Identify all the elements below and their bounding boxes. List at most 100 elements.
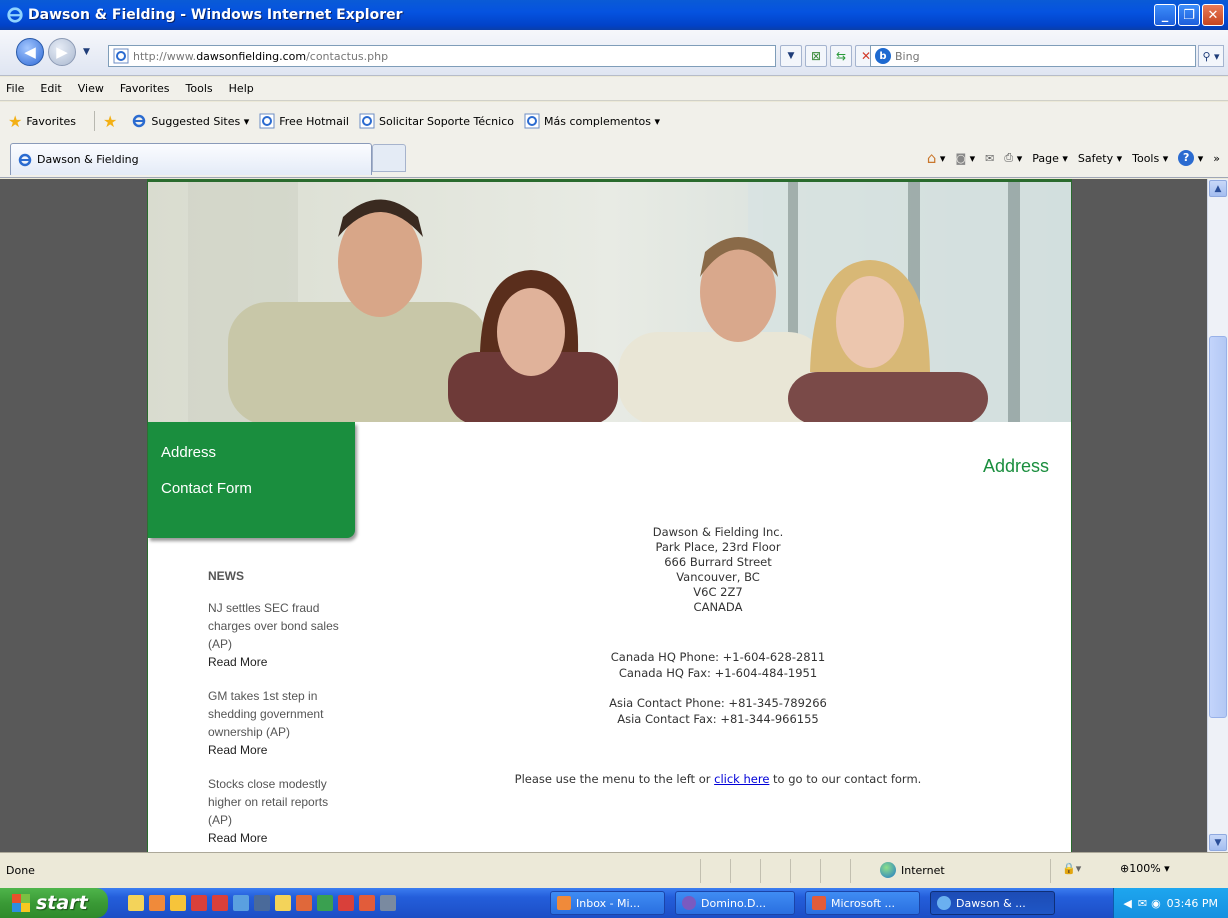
address-dropdown-button[interactable]: ▼ xyxy=(780,45,802,67)
scroll-down-button[interactable]: ▼ xyxy=(1209,834,1227,851)
menu-file[interactable]: File xyxy=(6,82,24,95)
quick-launch-icon[interactable] xyxy=(128,895,144,911)
menu-help[interactable]: Help xyxy=(229,82,254,95)
read-mail-button[interactable]: ✉ xyxy=(985,152,994,165)
news-headline: GM takes 1st step in shedding government… xyxy=(208,689,324,739)
add-to-favorites-bar-button[interactable]: ★ xyxy=(103,112,121,131)
divider xyxy=(820,859,821,883)
quick-launch-icon[interactable] xyxy=(317,895,333,911)
quick-launch-icon[interactable] xyxy=(191,895,207,911)
company-address: Dawson & Fielding Inc. Park Place, 23rd … xyxy=(498,525,938,615)
tray-expand-icon[interactable]: ◀ xyxy=(1123,897,1131,910)
mail-icon: ✉ xyxy=(985,151,995,165)
tab-label: Dawson & Fielding xyxy=(37,153,139,166)
ie-icon xyxy=(18,153,32,166)
window-title: Dawson & Fielding - Windows Internet Exp… xyxy=(28,7,403,23)
quick-launch-icon[interactable] xyxy=(233,895,249,911)
read-more-link[interactable]: Read More xyxy=(208,829,348,847)
tray-mail-icon[interactable]: ✉ xyxy=(1138,897,1147,910)
windows-taskbar: start Inbox - Mi... Domino.D... Microsof… xyxy=(0,888,1228,918)
home-icon: ⌂ xyxy=(926,149,937,167)
help-button[interactable]: ? ▾ xyxy=(1178,150,1203,166)
address-bar[interactable]: http://www.dawsonfielding.com/contactus.… xyxy=(108,45,776,67)
quick-launch-icon[interactable] xyxy=(338,895,354,911)
feeds-button[interactable]: ◙ ▾ xyxy=(955,152,975,165)
rss-icon: ◙ xyxy=(955,151,967,165)
asia-fax: Asia Contact Fax: +81-344-966155 xyxy=(617,712,819,726)
menu-tools[interactable]: Tools xyxy=(186,82,213,95)
url-text[interactable]: http://www.dawsonfielding.com/contactus.… xyxy=(133,50,388,63)
tools-menu[interactable]: Tools ▾ xyxy=(1132,152,1168,165)
star-icon: ★ xyxy=(8,111,23,131)
canada-fax: Canada HQ Fax: +1-604-484-1951 xyxy=(618,666,818,680)
quick-launch-icon[interactable] xyxy=(275,895,291,911)
zoom-level[interactable]: ⊕100% ▾ xyxy=(1120,862,1170,875)
read-more-link[interactable]: Read More xyxy=(208,741,348,759)
start-button[interactable]: start xyxy=(0,888,108,918)
menu-edit[interactable]: Edit xyxy=(40,82,61,95)
scroll-thumb[interactable] xyxy=(1209,336,1227,718)
safety-menu[interactable]: Safety ▾ xyxy=(1078,152,1122,165)
add-favorite-icon: ★ xyxy=(103,111,118,131)
new-tab-button[interactable] xyxy=(372,144,406,172)
taskbar-item-inbox[interactable]: Inbox - Mi... xyxy=(550,891,665,915)
divider xyxy=(760,859,761,883)
taskbar-item-domino[interactable]: Domino.D... xyxy=(675,891,795,915)
taskbar-item-dawson[interactable]: Dawson & ... xyxy=(930,891,1055,915)
compatibility-view-button[interactable]: ⊠ xyxy=(805,45,827,67)
quick-launch xyxy=(128,895,396,911)
favorite-link-suggested-sites[interactable]: Suggested Sites ▾ xyxy=(131,113,249,129)
quick-launch-icon[interactable] xyxy=(149,895,165,911)
refresh-button[interactable]: ⇆ xyxy=(830,45,852,67)
menu-view[interactable]: View xyxy=(78,82,104,95)
favorite-link-free-hotmail[interactable]: Free Hotmail xyxy=(259,113,349,129)
click-here-link[interactable]: click here xyxy=(714,772,769,786)
maximize-button[interactable]: ❐ xyxy=(1178,4,1200,26)
page-menu[interactable]: Page ▾ xyxy=(1032,152,1068,165)
magnifier-icon: ⊕ xyxy=(1120,862,1130,875)
menu-link-address[interactable]: Address xyxy=(161,444,216,461)
forward-button[interactable]: ▶ xyxy=(48,38,76,66)
site-side-menu: Address Contact Form xyxy=(148,422,355,538)
read-more-link[interactable]: Read More xyxy=(208,653,348,671)
vertical-scrollbar[interactable]: ▲ ▼ xyxy=(1207,179,1228,852)
window-titlebar[interactable]: Dawson & Fielding - Windows Internet Exp… xyxy=(0,0,1228,30)
divider xyxy=(700,859,701,883)
close-button[interactable]: ✕ xyxy=(1202,4,1224,26)
quick-launch-icon[interactable] xyxy=(254,895,270,911)
menu-link-contact-form[interactable]: Contact Form xyxy=(161,480,252,497)
print-button[interactable]: ⎙ ▾ xyxy=(1004,151,1022,165)
search-input[interactable] xyxy=(895,49,1175,63)
asia-phone: Asia Contact Phone: +81-345-789266 xyxy=(609,696,827,710)
favorites-button[interactable]: ★ Favorites xyxy=(8,112,76,131)
quick-launch-icon[interactable] xyxy=(359,895,375,911)
tray-app-icon[interactable]: ◉ xyxy=(1151,897,1161,910)
more-commands-button[interactable]: » xyxy=(1213,152,1220,165)
back-button[interactable]: ◀ xyxy=(16,38,44,66)
protected-mode-icon[interactable]: 🔒▾ xyxy=(1062,862,1081,875)
favorite-link-soporte[interactable]: Solicitar Soporte Técnico xyxy=(359,113,514,129)
folder-icon[interactable] xyxy=(170,895,186,911)
search-button[interactable]: ⚲ ▾ xyxy=(1198,45,1224,67)
security-zone[interactable]: Internet xyxy=(880,862,945,878)
page-title: Address xyxy=(982,456,1049,476)
home-button[interactable]: ⌂ ▾ xyxy=(927,149,946,167)
status-text: Done xyxy=(6,864,35,877)
menu-favorites[interactable]: Favorites xyxy=(120,82,170,95)
quick-launch-icon[interactable] xyxy=(296,895,312,911)
recent-pages-dropdown[interactable]: ▼ xyxy=(83,47,90,57)
tab-dawson-fielding[interactable]: Dawson & Fielding xyxy=(10,143,372,175)
quick-launch-icon[interactable] xyxy=(212,895,228,911)
news-item: Stocks close modestly higher on retail r… xyxy=(208,775,348,847)
taskbar-item-microsoft[interactable]: Microsoft ... xyxy=(805,891,920,915)
office-app-icon xyxy=(812,896,826,910)
search-box[interactable]: b xyxy=(870,45,1196,67)
menu-bar: File Edit View Favorites Tools Help xyxy=(0,77,1228,101)
news-headline: Stocks close modestly higher on retail r… xyxy=(208,777,329,827)
quick-launch-icon[interactable] xyxy=(380,895,396,911)
favorite-link-complementos[interactable]: Más complementos ▾ xyxy=(524,113,660,129)
status-bar: Done Internet 🔒▾ ⊕100% ▾ xyxy=(0,852,1228,888)
minimize-button[interactable]: _ xyxy=(1154,4,1176,26)
ie-logo-icon xyxy=(7,7,23,23)
scroll-up-button[interactable]: ▲ xyxy=(1209,180,1227,197)
